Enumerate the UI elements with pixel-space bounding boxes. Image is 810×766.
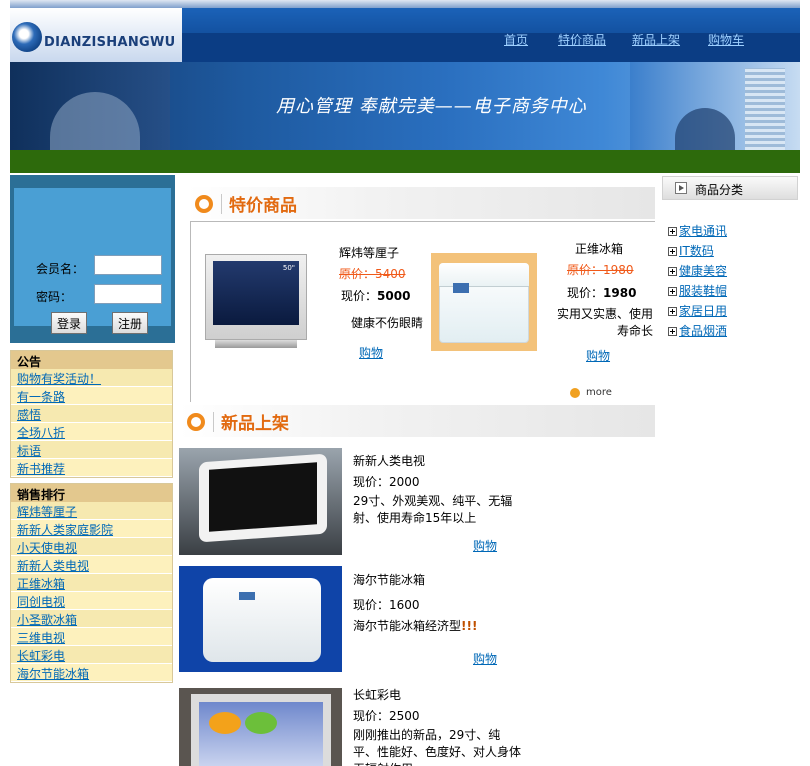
notice-item[interactable]: 感悟 bbox=[11, 405, 172, 423]
category-item[interactable]: 家居日用 bbox=[668, 302, 727, 319]
product-name: 海尔节能冰箱 bbox=[353, 573, 426, 587]
ranking-item[interactable]: 正维冰箱 bbox=[11, 574, 172, 592]
banner-slogan: 用心管理 奉献完美——电子商务中心 bbox=[276, 96, 587, 117]
logo-globe-icon bbox=[12, 22, 42, 52]
logo-area: DIANZISHANGWU bbox=[10, 8, 182, 62]
expand-plus-icon[interactable] bbox=[668, 307, 677, 316]
member-input[interactable] bbox=[94, 255, 162, 275]
new-title: 新品上架 bbox=[221, 414, 289, 434]
ranking-item[interactable]: 三维电视 bbox=[11, 628, 172, 646]
password-input[interactable] bbox=[94, 284, 162, 304]
product-image-fridge[interactable] bbox=[179, 566, 342, 672]
nav-cart[interactable]: 购物车 bbox=[708, 31, 744, 48]
special-section-header: 特价商品 bbox=[187, 187, 655, 219]
special-products: 50" 辉炜等厘子 原价：5400 现价：5000 健康不伤眼睛 购物 正维冰箱… bbox=[190, 221, 655, 402]
buy-button[interactable]: 购物 bbox=[586, 347, 610, 364]
buy-button[interactable]: 购物 bbox=[359, 344, 383, 361]
product-image-tv[interactable] bbox=[179, 448, 342, 555]
product-price: 现价：1600 bbox=[353, 598, 420, 612]
more-link[interactable]: more bbox=[586, 387, 612, 398]
product-price: 现价：2500 bbox=[353, 709, 420, 723]
ranking-item[interactable]: 辉炜等厘子 bbox=[11, 502, 172, 520]
product-desc: 海尔节能冰箱经济型!!! bbox=[353, 619, 478, 633]
product-name: 长虹彩电 bbox=[353, 688, 402, 702]
expand-plus-icon[interactable] bbox=[668, 247, 677, 256]
expand-plus-icon[interactable] bbox=[668, 287, 677, 296]
category-header: 商品分类 bbox=[662, 176, 798, 200]
special-title: 特价商品 bbox=[229, 196, 297, 216]
ranking-item[interactable]: 小圣歌冰箱 bbox=[11, 610, 172, 628]
product-name: 新新人类电视 bbox=[353, 454, 426, 468]
product-price: 现价：2000 bbox=[353, 475, 420, 489]
notice-title: 公告 bbox=[11, 351, 172, 369]
buy-button[interactable]: 购物 bbox=[473, 650, 497, 667]
category-title: 商品分类 bbox=[695, 183, 744, 197]
more-icon bbox=[570, 388, 580, 398]
product-image-fridge[interactable] bbox=[431, 253, 537, 351]
product-desc: 实用又实惠、使用寿命长 bbox=[556, 307, 653, 338]
product-image-tv[interactable]: 50" bbox=[205, 254, 307, 350]
expand-plus-icon[interactable] bbox=[668, 327, 677, 336]
notice-item[interactable]: 标语 bbox=[11, 441, 172, 459]
play-icon bbox=[675, 182, 687, 194]
current-price: 现价：5000 bbox=[341, 289, 411, 303]
nav-special[interactable]: 特价商品 bbox=[558, 31, 606, 48]
ranking-box: 销售排行 辉炜等厘子 新新人类家庭影院 小天使电视 新新人类电视 正维冰箱 同创… bbox=[10, 483, 173, 683]
notice-item[interactable]: 有一条路 bbox=[11, 387, 172, 405]
logo-text: DIANZISHANGWU bbox=[44, 35, 176, 50]
category-item[interactable]: 服装鞋帽 bbox=[668, 282, 727, 299]
product-desc: 健康不伤眼睛 bbox=[351, 316, 424, 330]
ranking-item[interactable]: 新新人类家庭影院 bbox=[11, 520, 172, 538]
notice-item[interactable]: 全场八折 bbox=[11, 423, 172, 441]
category-item[interactable]: 食品烟酒 bbox=[668, 322, 727, 339]
login-form: 会员名： 密码： bbox=[14, 188, 171, 326]
login-panel: 会员名： 密码： 登录 注册 bbox=[10, 175, 175, 343]
notice-box: 公告 购物有奖活动！ 有一条路 感悟 全场八折 标语 新书推荐 bbox=[10, 350, 173, 478]
ranking-item[interactable]: 同创电视 bbox=[11, 592, 172, 610]
register-button[interactable]: 注册 bbox=[112, 312, 149, 334]
banner: 用心管理 奉献完美——电子商务中心 bbox=[10, 62, 800, 150]
category-item[interactable]: 健康美容 bbox=[668, 262, 727, 279]
product-name: 正维冰箱 bbox=[575, 242, 624, 256]
notice-item[interactable]: 购物有奖活动！ bbox=[11, 369, 172, 387]
category-item[interactable]: IT数码 bbox=[668, 242, 714, 259]
ranking-title: 销售排行 bbox=[11, 484, 172, 502]
ranking-item[interactable]: 长虹彩电 bbox=[11, 646, 172, 664]
section-bullet-icon bbox=[187, 413, 205, 431]
product-name: 辉炜等厘子 bbox=[339, 246, 400, 260]
section-bullet-icon bbox=[195, 195, 213, 213]
new-section-header: 新品上架 bbox=[179, 405, 655, 437]
expand-plus-icon[interactable] bbox=[668, 267, 677, 276]
ranking-item[interactable]: 海尔节能冰箱 bbox=[11, 664, 172, 682]
header-green-bar bbox=[10, 150, 800, 173]
member-label: 会员名： bbox=[36, 262, 85, 276]
current-price: 现价：1980 bbox=[567, 286, 637, 300]
password-label: 密码： bbox=[36, 290, 73, 304]
product-desc: 刚刚推出的新品，29寸、纯平、性能好、色度好、对人身体无辐射作用。 bbox=[353, 728, 522, 766]
login-button[interactable]: 登录 bbox=[51, 312, 88, 334]
banner-building bbox=[745, 68, 785, 150]
notice-item[interactable]: 新书推荐 bbox=[11, 459, 172, 477]
product-image-tv[interactable] bbox=[179, 688, 342, 766]
nav-home[interactable]: 首页 bbox=[504, 31, 528, 48]
header-top-strip bbox=[10, 0, 800, 8]
original-price: 原价：5400 bbox=[339, 267, 406, 281]
ranking-item[interactable]: 新新人类电视 bbox=[11, 556, 172, 574]
ranking-item[interactable]: 小天使电视 bbox=[11, 538, 172, 556]
expand-plus-icon[interactable] bbox=[668, 227, 677, 236]
nav-new[interactable]: 新品上架 bbox=[632, 31, 680, 48]
category-item[interactable]: 家电通讯 bbox=[668, 222, 727, 239]
original-price: 原价：1980 bbox=[567, 263, 634, 277]
site-header: DIANZISHANGWU 用心管理 奉献完美——电子商务中心 bbox=[10, 0, 800, 173]
buy-button[interactable]: 购物 bbox=[473, 537, 497, 554]
product-desc: 29寸、外观美观、纯平、无辐射、使用寿命15年以上 bbox=[353, 494, 513, 525]
